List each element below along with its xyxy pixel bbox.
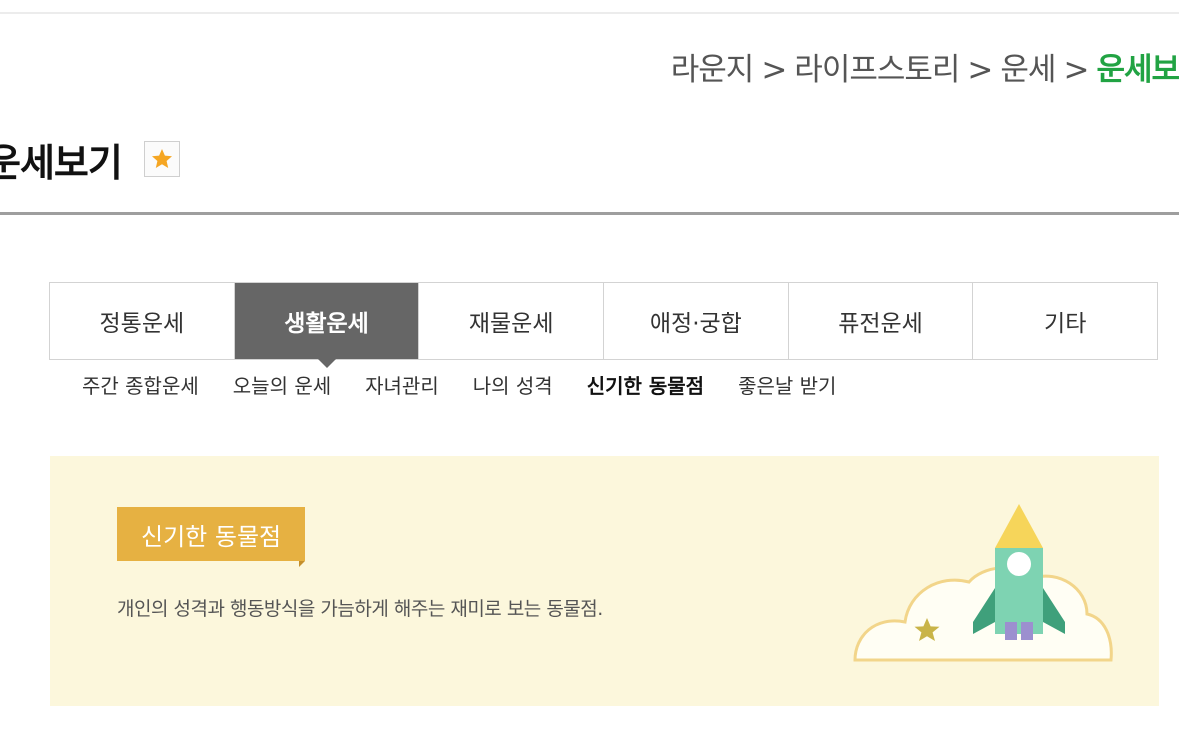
tab-love-compatibility[interactable]: 애정·궁합 xyxy=(604,283,789,359)
tab-etc[interactable]: 기타 xyxy=(973,283,1158,359)
subnav-weekly-fortune[interactable]: 주간 종합운세 xyxy=(82,370,199,400)
top-divider xyxy=(0,12,1179,14)
breadcrumb-separator: > xyxy=(967,52,993,88)
subnav-good-day[interactable]: 좋은날 받기 xyxy=(738,370,836,400)
subnav-my-personality[interactable]: 나의 성격 xyxy=(473,370,553,400)
star-icon xyxy=(152,149,172,168)
category-tabs: 정통운세 생활운세 재물운세 애정·궁합 퓨전운세 기타 xyxy=(49,282,1158,368)
breadcrumb-current: 운세보 xyxy=(1096,52,1179,88)
breadcrumb-item-lifestory[interactable]: 라이프스토리 xyxy=(794,52,960,88)
subnav-animal-fortune[interactable]: 신기한 동물점 xyxy=(587,370,704,400)
breadcrumb-item-fortune[interactable]: 운세 xyxy=(1000,52,1056,88)
banner-description: 개인의 성격과 행동방식을 가늠하게 해주는 재미로 보는 동물점. xyxy=(117,598,603,620)
tab-wealth-fortune[interactable]: 재물운세 xyxy=(419,283,605,359)
favorite-button[interactable] xyxy=(144,141,180,177)
title-divider xyxy=(0,212,1179,215)
sub-navigation: 주간 종합운세 오늘의 운세 자녀관리 나의 성격 신기한 동물점 좋은날 받기 xyxy=(82,370,836,400)
breadcrumb-separator: > xyxy=(1063,52,1089,88)
breadcrumb-item-lounge[interactable]: 라운지 xyxy=(671,52,755,88)
subnav-today-fortune[interactable]: 오늘의 운세 xyxy=(233,370,331,400)
tab-fusion-fortune[interactable]: 퓨전운세 xyxy=(788,283,974,359)
subnav-child-care[interactable]: 자녀관리 xyxy=(365,370,439,400)
rocket-cloud-illustration xyxy=(853,504,1113,662)
banner-badge: 신기한 동물점 xyxy=(117,507,306,567)
tab-life-fortune[interactable]: 생활운세 xyxy=(234,283,420,368)
tab-traditional-fortune[interactable]: 정통운세 xyxy=(50,283,235,359)
breadcrumb-separator: > xyxy=(761,52,787,88)
breadcrumb: 라운지 > 라이프스토리 > 운세 > 운세보 xyxy=(671,44,1179,88)
feature-banner: 신기한 동물점 개인의 성격과 행동방식을 가늠하게 해주는 재미로 보는 동물… xyxy=(50,456,1159,706)
page-title: 운세보기 xyxy=(0,141,123,185)
